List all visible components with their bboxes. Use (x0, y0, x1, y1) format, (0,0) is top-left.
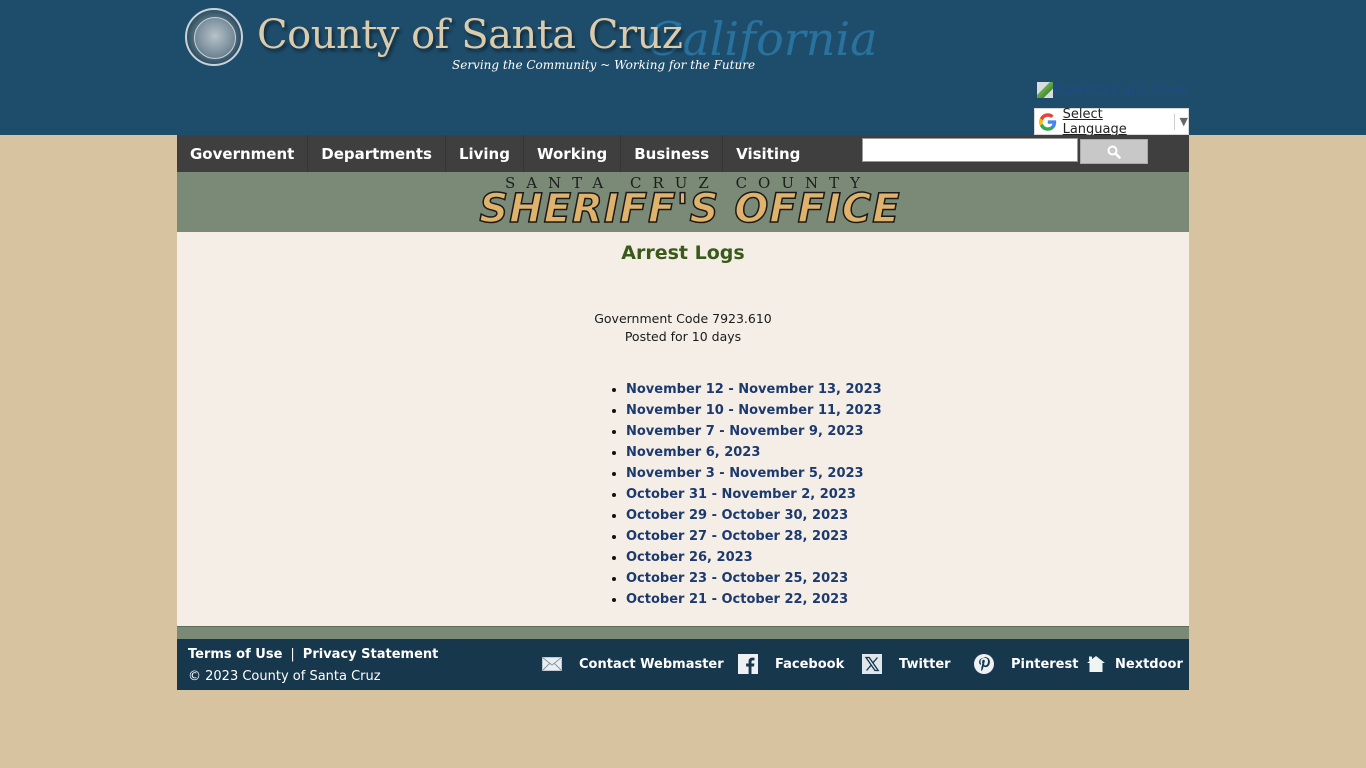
contact-webmaster-link[interactable]: Contact Webmaster (541, 653, 724, 675)
page-title: Arrest Logs (621, 242, 745, 264)
list-item: October 27 - October 28, 2023 (626, 528, 882, 549)
mail-icon (541, 653, 563, 675)
pinterest-label: Pinterest (1011, 656, 1079, 672)
dropdown-arrow-icon: ▼ (1179, 115, 1188, 128)
list-item: October 26, 2023 (626, 549, 882, 570)
language-selector[interactable]: Select Language ▼ (1034, 106, 1189, 137)
list-item: November 12 - November 13, 2023 (626, 381, 882, 402)
list-item: November 10 - November 11, 2023 (626, 402, 882, 423)
language-label: Select Language (1062, 106, 1127, 137)
copyright-text: © 2023 County of Santa Cruz (188, 669, 381, 684)
main-content: Arrest Logs Government Code 7923.610 Pos… (177, 232, 1189, 626)
contact-webmaster-label: Contact Webmaster (579, 656, 724, 672)
nav-item-visiting[interactable]: Visiting (723, 135, 813, 172)
sheriff-banner: SANTA CRUZ COUNTY SHERIFF'S OFFICE (177, 172, 1189, 233)
pinterest-link[interactable]: Pinterest (973, 653, 1078, 675)
bookmark-share-label: Bookmark and Share (1052, 82, 1189, 98)
search-input[interactable] (862, 138, 1078, 162)
footer: Terms of Use | Privacy Statement © 2023 Co… (177, 639, 1189, 690)
list-item: November 3 - November 5, 2023 (626, 465, 882, 486)
broken-image-icon (1036, 82, 1053, 98)
county-seal-logo[interactable] (185, 8, 243, 66)
facebook-icon (737, 653, 759, 675)
nextdoor-icon (1085, 653, 1107, 675)
arrest-log-link[interactable]: November 12 - November 13, 2023 (626, 382, 882, 397)
bookmark-share-link[interactable]: Bookmark and Share (1036, 82, 1189, 98)
arrest-log-link[interactable]: October 27 - October 28, 2023 (626, 529, 848, 544)
facebook-label: Facebook (775, 656, 845, 672)
facebook-link[interactable]: Facebook (737, 653, 844, 675)
site-tagline: Serving the Community ~ Working for the … (452, 58, 756, 72)
privacy-statement-link[interactable]: Privacy Statement (303, 647, 439, 662)
nav-item-living[interactable]: Living (446, 135, 524, 172)
list-item: October 29 - October 30, 2023 (626, 507, 882, 528)
arrest-log-link[interactable]: November 6, 2023 (626, 445, 760, 460)
arrest-log-link[interactable]: November 3 - November 5, 2023 (626, 466, 864, 481)
footer-divider-strip (177, 626, 1189, 640)
list-item: November 7 - November 9, 2023 (626, 423, 882, 444)
list-item: October 23 - October 25, 2023 (626, 570, 882, 591)
nav-item-working[interactable]: Working (524, 135, 622, 172)
arrest-log-link[interactable]: October 21 - October 22, 2023 (626, 592, 848, 607)
footer-separator: | (290, 647, 295, 662)
list-item: November 6, 2023 (626, 444, 882, 465)
arrest-log-link[interactable]: October 23 - October 25, 2023 (626, 571, 848, 586)
nav-item-government[interactable]: Government (177, 135, 309, 172)
twitter-label: Twitter (899, 656, 951, 672)
terms-of-use-link[interactable]: Terms of Use (188, 647, 282, 662)
list-item: October 21 - October 22, 2023 (626, 591, 882, 612)
nextdoor-link[interactable]: Nextdoor (1085, 653, 1183, 675)
posted-duration-text: Posted for 10 days (624, 329, 742, 344)
arrest-log-link[interactable]: October 29 - October 30, 2023 (626, 508, 848, 523)
pinterest-icon (973, 653, 995, 675)
footer-links: Terms of Use | Privacy Statement (188, 647, 438, 662)
arrest-log-link[interactable]: November 7 - November 9, 2023 (626, 424, 864, 439)
nav-item-departments[interactable]: Departments (308, 135, 446, 172)
site-title[interactable]: County of Santa Cruz (257, 12, 683, 58)
arrest-log-link[interactable]: October 31 - November 2, 2023 (626, 487, 856, 502)
banner-office-text: SHERIFF'S OFFICE (479, 185, 901, 233)
twitter-link[interactable]: Twitter (861, 653, 951, 675)
x-twitter-icon (861, 653, 883, 675)
arrest-log-link[interactable]: October 26, 2023 (626, 550, 753, 565)
nextdoor-label: Nextdoor (1115, 656, 1183, 672)
search-icon (1107, 145, 1121, 159)
list-item: October 31 - November 2, 2023 (626, 486, 882, 507)
government-code-text: Government Code 7923.610 (594, 311, 772, 326)
google-icon (1039, 112, 1057, 131)
language-divider (1173, 113, 1175, 130)
arrest-log-link[interactable]: November 10 - November 11, 2023 (626, 403, 882, 418)
search-button[interactable] (1080, 139, 1148, 164)
arrest-log-list: November 12 - November 13, 2023 November… (608, 381, 882, 612)
seal-center (194, 17, 236, 59)
nav-item-business[interactable]: Business (621, 135, 724, 172)
